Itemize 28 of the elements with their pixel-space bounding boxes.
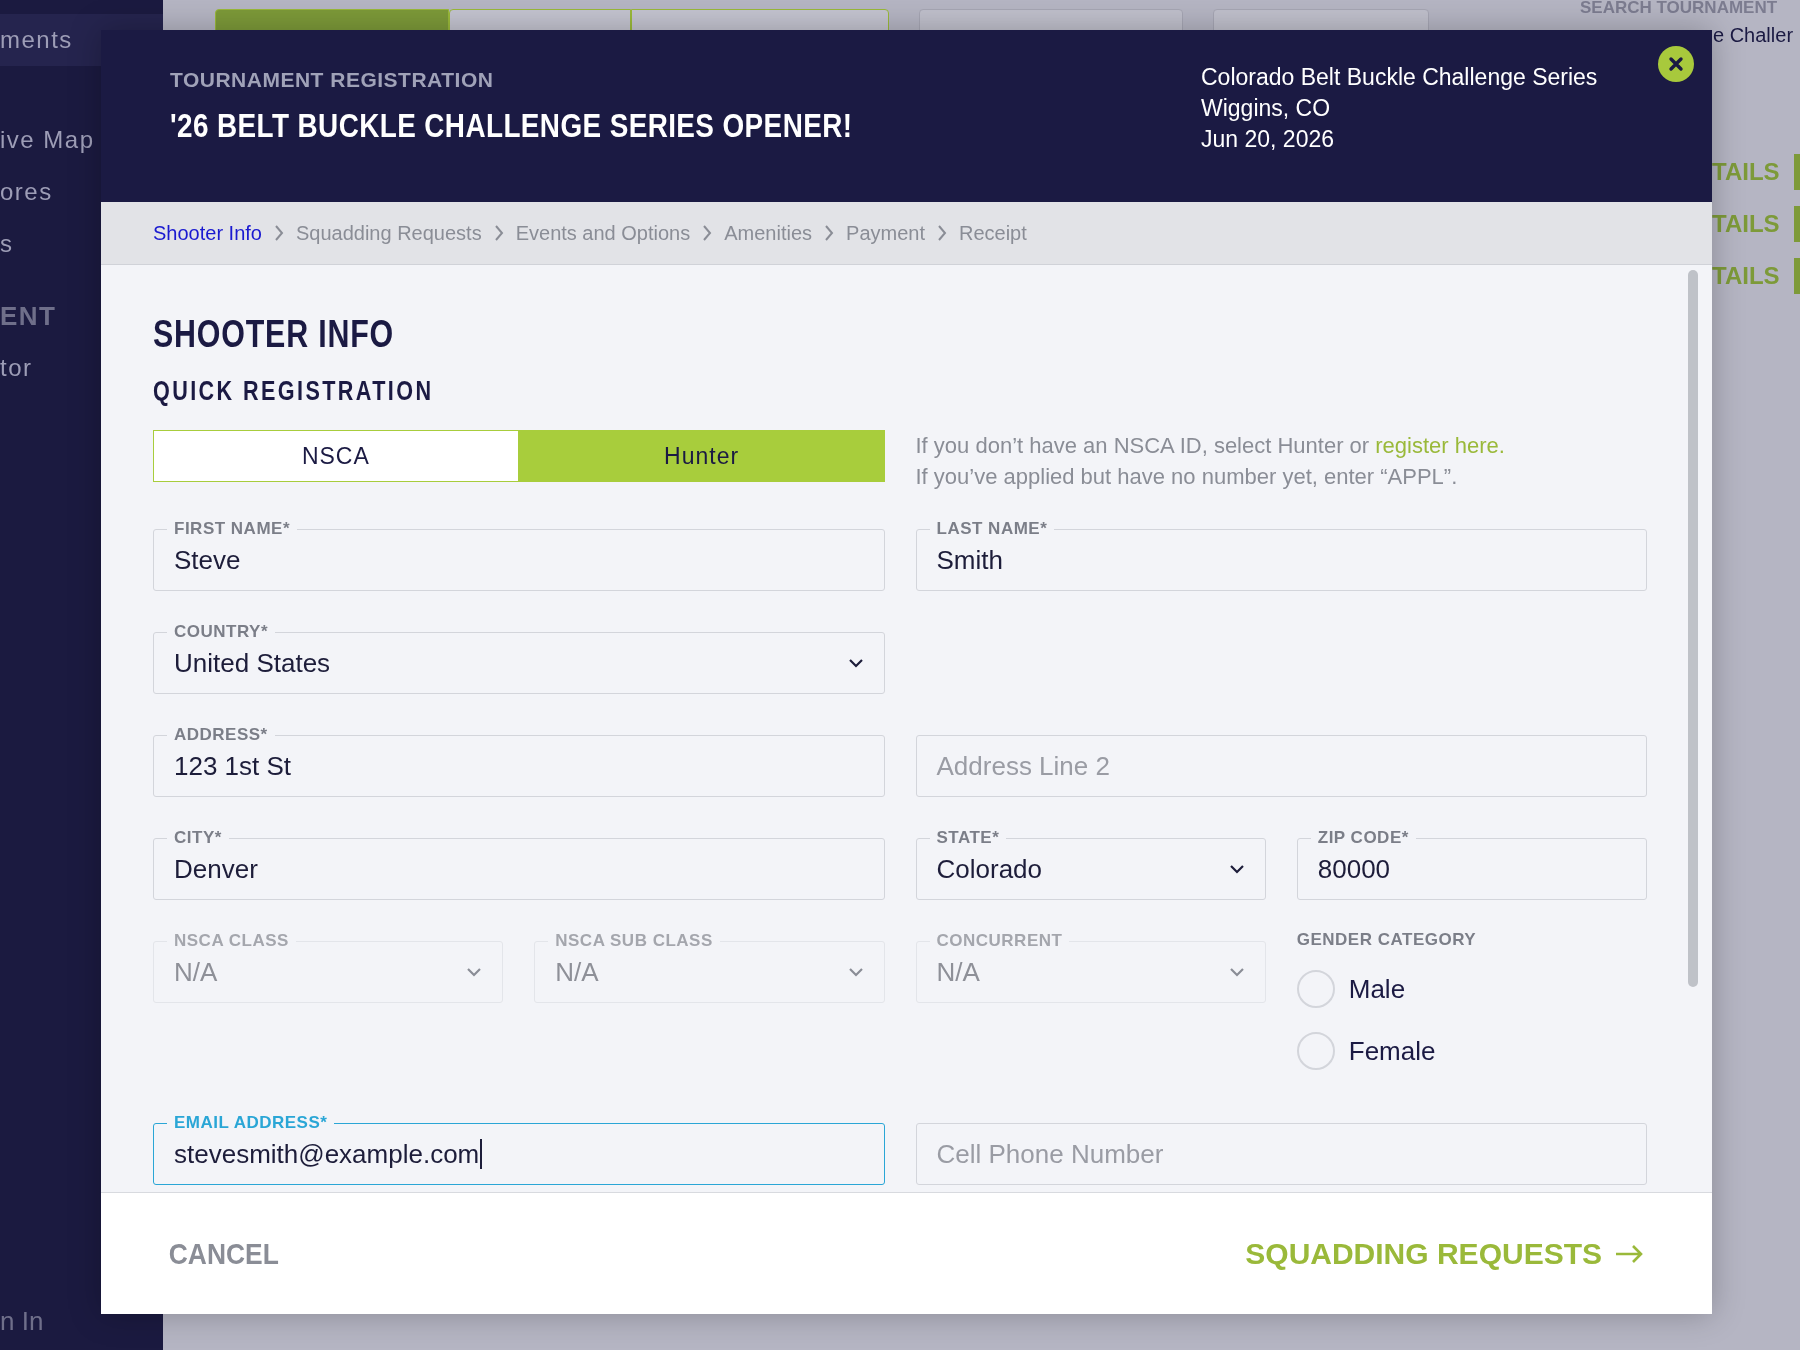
- input-field[interactable]: FIRST NAME* Steve: [153, 518, 885, 591]
- membership-toggle[interactable]: Hunter: [518, 430, 885, 482]
- input-field[interactable]: ADDRESS* 123 1st St: [153, 724, 885, 797]
- sidebar-item[interactable]: n In: [0, 1306, 44, 1337]
- cancel-button[interactable]: CANCEL: [167, 1230, 281, 1277]
- input-field[interactable]: LAST NAME* Smith: [915, 518, 1647, 591]
- subsection-title: QUICK REGISTRATION: [153, 376, 435, 407]
- input-field[interactable]: CITY* Denver: [153, 827, 885, 900]
- event-info: Colorado Belt Buckle Challenge Series: [1201, 63, 1598, 92]
- section-title: SHOOTER INFO: [153, 313, 395, 356]
- sidebar-heading: ENT: [0, 300, 58, 333]
- help-text: If you’ve applied but have no number yet, enter “APPL”.: [915, 463, 1459, 491]
- select-field[interactable]: STATE* Colorado: [915, 827, 1266, 900]
- breadcrumb-step[interactable]: Shooter Info: [153, 221, 262, 245]
- radio-label[interactable]: Female: [1348, 1035, 1436, 1067]
- field-label: GENDER CATEGORY: [1296, 930, 1478, 950]
- dialog-eyebrow: TOURNAMENT REGISTRATION: [170, 68, 495, 92]
- dialog-title: '26 BELT BUCKLE CHALLENGE SERIES OPENER!: [170, 106, 854, 145]
- event-info: Wiggins, CO: [1201, 94, 1332, 123]
- event-info: Jun 20, 2026: [1201, 125, 1335, 154]
- search-field[interactable]: e Challer: [1713, 24, 1794, 47]
- input-field[interactable]: EMAIL ADDRESS* stevesmith@example.com: [153, 1112, 885, 1185]
- input-field[interactable]: ZIP CODE* 80000: [1296, 827, 1647, 900]
- search-label: SEARCH TOURNAMENT: [1580, 0, 1778, 18]
- radio-label[interactable]: Male: [1348, 973, 1406, 1005]
- membership-toggle[interactable]: NSCA: [153, 430, 519, 482]
- select-field[interactable]: COUNTRY* United States: [153, 621, 885, 694]
- help-text: If you don’t have an NSCA ID, select Hunter or register here.: [915, 432, 1506, 460]
